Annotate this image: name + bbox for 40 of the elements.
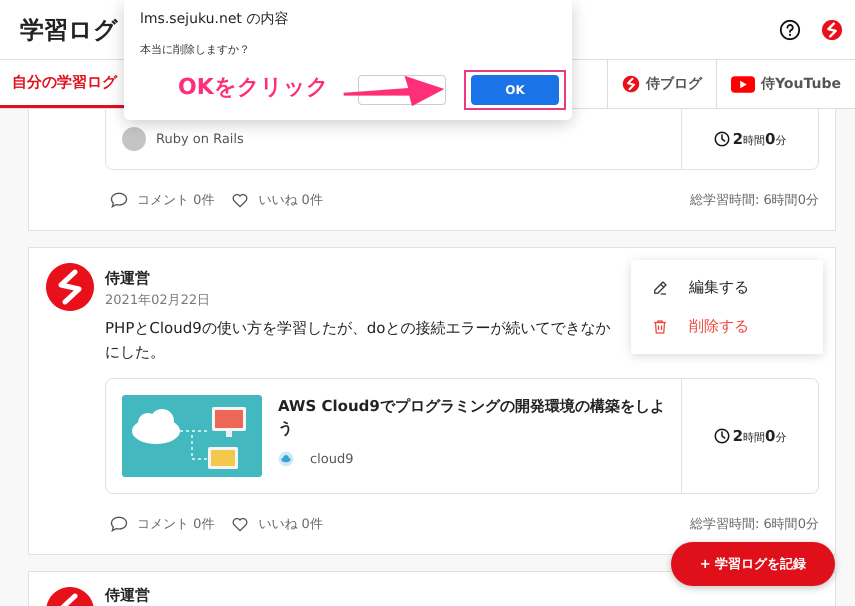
comment-icon [109, 514, 129, 534]
menu-item[interactable]: 編集する [631, 268, 823, 307]
post-date: 2021年02月22日 [105, 292, 210, 309]
comment-link[interactable]: コメント 0件 [109, 514, 214, 534]
cloud-icon [278, 451, 294, 467]
nav-link[interactable]: 侍ブログ [607, 60, 716, 108]
play-icon [731, 76, 756, 92]
pencil-icon [651, 278, 669, 296]
clock-icon [714, 131, 730, 147]
study-time: 2時間0分 [732, 130, 786, 148]
help-icon[interactable] [779, 18, 801, 40]
trash-icon [651, 318, 669, 336]
like-link[interactable]: いいね 0件 [230, 514, 323, 534]
page-title: 学習ログ [20, 14, 118, 46]
ok-button[interactable]: OK [471, 75, 559, 105]
material-title: AWS Cloud9でプログラミングの開発環境の構築をしよう [278, 396, 665, 439]
circle-icon [122, 127, 146, 151]
menu-item[interactable]: 削除する [631, 307, 823, 346]
total-study-time: 総学習時間: 6時間0分 [690, 516, 819, 533]
material-tag: cloud9 [310, 452, 354, 466]
logo-icon [622, 75, 640, 93]
avatar-icon [45, 262, 95, 312]
total-study-time: 総学習時間: 6時間0分 [690, 192, 819, 209]
material-tag: Ruby on Rails [156, 132, 244, 146]
material-card[interactable]: AWS Cloud9でプログラミングの開発環境の構築をしよう cloud9 2時間0分 [105, 378, 819, 494]
like-link[interactable]: いいね 0件 [230, 190, 323, 210]
annotation-text: OKをクリック [178, 74, 329, 102]
post-text: にした。 [105, 342, 165, 363]
author-name: 侍運営 [105, 586, 150, 605]
author-name: 侍運営 [105, 269, 151, 288]
clock-icon [714, 428, 730, 444]
add-log-button[interactable]: + 学習ログを記録 [671, 542, 835, 586]
study-time: 2時間0分 [732, 427, 786, 445]
nav-link[interactable]: 侍YouTube [716, 60, 855, 108]
dialog-message: 本当に削除しますか？ [140, 42, 251, 57]
logo-icon[interactable] [821, 18, 843, 40]
dialog-title: lms.sejuku.net の内容 [140, 10, 290, 28]
comment-icon [109, 190, 129, 210]
comment-link[interactable]: コメント 0件 [109, 190, 214, 210]
post-text: PHPとCloud9の使い方を学習したが、doとの接続エラーが続いてできなか [105, 318, 610, 339]
